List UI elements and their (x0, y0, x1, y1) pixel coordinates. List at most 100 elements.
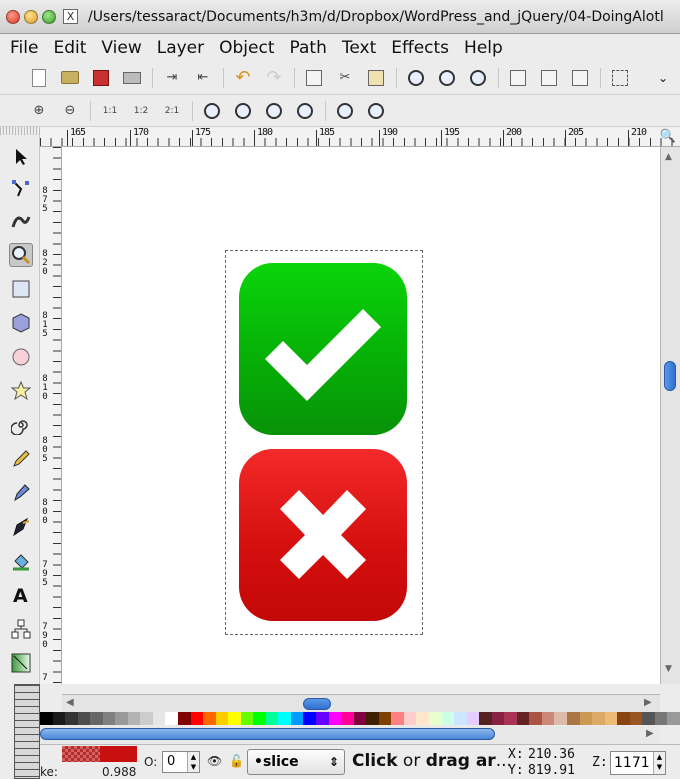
palette-swatch[interactable] (579, 712, 593, 725)
palette-swatch[interactable] (102, 712, 116, 725)
ellipse-tool-icon[interactable] (9, 345, 33, 369)
palette-swatch[interactable] (428, 712, 442, 725)
palette-swatch[interactable] (466, 712, 480, 725)
palette-swatch[interactable] (40, 712, 53, 725)
text-tool-icon[interactable]: A (9, 583, 33, 607)
zoom-in-icon[interactable]: ⊕ (28, 100, 50, 122)
zoom-window-icon[interactable] (42, 9, 56, 24)
paste-icon[interactable] (365, 67, 387, 89)
layer-selector[interactable]: •slice ⇕ (247, 749, 345, 775)
horizontal-scroll-thumb[interactable] (303, 698, 331, 710)
vertical-scroll-thumb[interactable] (664, 361, 676, 391)
palette-swatch[interactable] (441, 712, 455, 725)
zoom-selection-icon[interactable] (201, 100, 223, 122)
close-window-icon[interactable] (6, 9, 20, 24)
palette-swatch[interactable] (353, 712, 367, 725)
palette-swatch[interactable] (115, 712, 128, 725)
zoom-drawing-icon[interactable] (232, 100, 254, 122)
align-icon[interactable] (609, 67, 631, 89)
redo-icon[interactable]: ↷ (263, 67, 285, 89)
zoom-out-icon[interactable]: ⊖ (59, 100, 81, 122)
duplicate-icon[interactable] (303, 67, 325, 89)
palette-swatch[interactable] (328, 712, 342, 725)
palette-swatch[interactable] (278, 712, 291, 725)
palette-swatch[interactable] (240, 712, 254, 725)
rectangle-tool-icon[interactable] (9, 277, 33, 301)
palette-swatch[interactable] (617, 712, 630, 725)
palette-swatch[interactable] (529, 712, 542, 725)
import-icon[interactable]: ⇥ (161, 67, 183, 89)
palette-swatch[interactable] (52, 712, 66, 725)
palette-swatch[interactable] (215, 712, 229, 725)
menu-view[interactable]: View (101, 38, 141, 58)
zoom-2-1-icon[interactable]: 2:1 (161, 100, 183, 122)
palette-swatch[interactable] (152, 712, 166, 725)
3d-box-tool-icon[interactable] (9, 311, 33, 335)
palette-scrollbar[interactable]: ▶ (40, 726, 660, 744)
zoom-1-2-icon[interactable]: 1:2 (130, 100, 152, 122)
menu-effects[interactable]: Effects (391, 38, 449, 58)
palette-scroll-right-icon[interactable]: ▶ (646, 728, 654, 739)
drawing-canvas[interactable] (62, 147, 660, 684)
toolbar-overflow-button[interactable]: ⌄ (658, 71, 668, 85)
tweak-tool-icon[interactable] (9, 209, 33, 233)
palette-scroll-thumb[interactable] (40, 728, 495, 740)
menu-text[interactable]: Text (342, 38, 376, 58)
zoom-page-icon[interactable] (263, 100, 285, 122)
palette-swatch[interactable] (65, 712, 78, 725)
layers-handle[interactable] (14, 684, 40, 779)
palette-swatch[interactable] (403, 712, 417, 725)
palette-swatch[interactable] (654, 712, 668, 725)
palette-swatch[interactable] (228, 712, 241, 725)
undo-icon[interactable]: ↶ (232, 67, 254, 89)
group-icon[interactable] (507, 67, 529, 89)
palette-swatch[interactable] (642, 712, 655, 725)
zoom-spinner[interactable]: 1171 ▲ ▼ (610, 751, 666, 775)
scroll-down-icon[interactable]: ▼ (665, 664, 672, 674)
palette-swatch[interactable] (491, 712, 505, 725)
export-icon[interactable]: ⇤ (192, 67, 214, 89)
selector-tool-icon[interactable] (9, 145, 33, 169)
connector-tool-icon[interactable] (9, 617, 33, 641)
open-folder-icon[interactable] (59, 67, 81, 89)
lock-icon[interactable]: 🔓 (229, 754, 244, 768)
pen-tool-icon[interactable] (9, 481, 33, 505)
pencil-tool-icon[interactable] (9, 447, 33, 471)
palette-swatch[interactable] (479, 712, 492, 725)
palette-swatch[interactable] (366, 712, 379, 725)
ungroup-icon[interactable] (538, 67, 560, 89)
palette-swatch[interactable] (140, 712, 153, 725)
palette-swatch[interactable] (316, 712, 329, 725)
palette-swatch[interactable] (165, 712, 179, 725)
menu-help[interactable]: Help (464, 38, 503, 58)
calligraphy-tool-icon[interactable] (9, 515, 33, 539)
menu-edit[interactable]: Edit (53, 38, 86, 58)
star-tool-icon[interactable] (9, 379, 33, 403)
toolbox-grip[interactable] (0, 127, 40, 135)
print-icon[interactable] (121, 67, 143, 89)
scroll-left-icon[interactable]: ◀ (66, 697, 74, 708)
palette-swatch[interactable] (416, 712, 429, 725)
cut-icon[interactable]: ✂ (334, 67, 356, 89)
palette-swatch[interactable] (178, 712, 191, 725)
checkmark-button-graphic[interactable] (239, 263, 407, 435)
scroll-up-icon[interactable]: ▲ (665, 152, 672, 162)
save-icon[interactable] (90, 67, 112, 89)
palette-swatch[interactable] (378, 712, 392, 725)
fill-indicator[interactable] (62, 746, 100, 762)
horizontal-scrollbar[interactable]: ◀ ▶ (62, 694, 660, 712)
cross-button-graphic[interactable] (239, 449, 407, 621)
stroke-indicator[interactable] (100, 746, 137, 762)
palette-swatch[interactable] (77, 712, 91, 725)
zoom-drawing-icon[interactable] (436, 67, 458, 89)
palette-swatch[interactable] (190, 712, 204, 725)
palette-swatch[interactable] (203, 712, 216, 725)
palette-swatch[interactable] (90, 712, 103, 725)
palette-swatch[interactable] (127, 712, 141, 725)
palette-swatch[interactable] (265, 712, 279, 725)
zoom-tool-icon[interactable] (9, 243, 33, 267)
palette-swatch[interactable] (592, 712, 605, 725)
paint-bucket-tool-icon[interactable] (9, 549, 33, 573)
menu-layer[interactable]: Layer (157, 38, 204, 58)
gradient-tool-icon[interactable] (9, 651, 33, 675)
